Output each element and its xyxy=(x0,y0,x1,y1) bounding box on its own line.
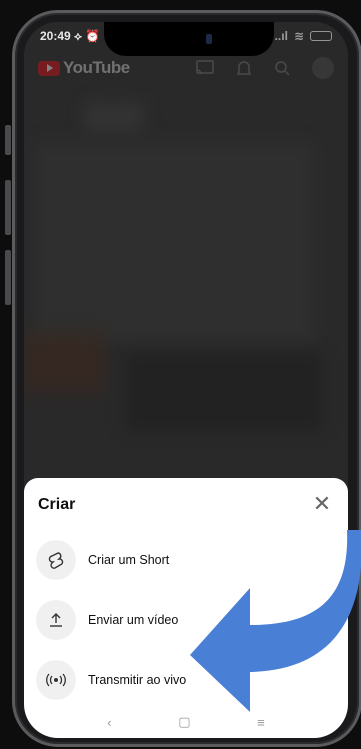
pointer-arrow xyxy=(190,530,361,712)
